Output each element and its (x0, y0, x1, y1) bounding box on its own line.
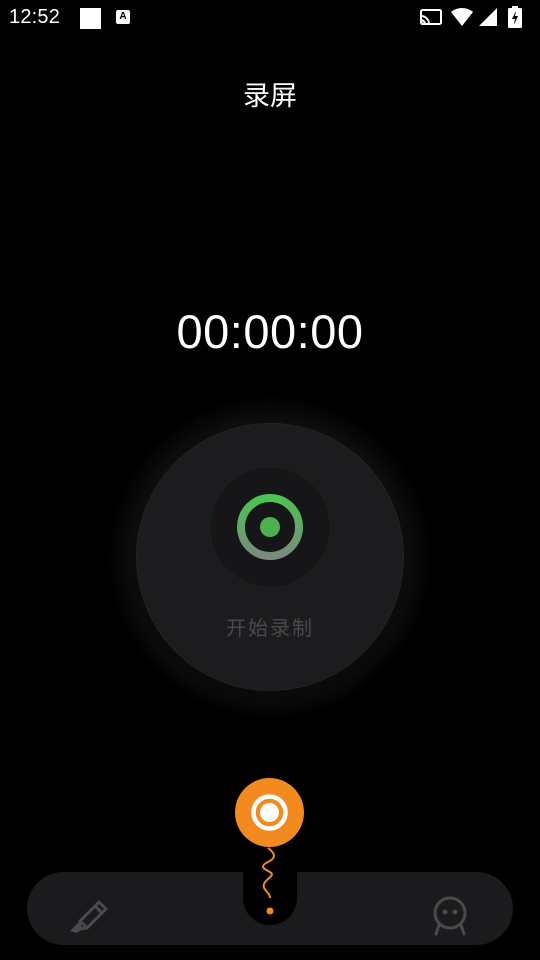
signal-icon (479, 8, 497, 26)
face-icon (433, 896, 467, 936)
a-badge-glyph: A (119, 11, 127, 22)
record-inner-circle (209, 466, 331, 588)
start-record-button[interactable]: 开始录制 (137, 424, 403, 690)
record-ring-icon (251, 794, 288, 831)
status-time: 12:52 (9, 6, 61, 28)
recording-timer: 00:00:00 (176, 305, 364, 358)
wifi-icon (451, 7, 473, 27)
pen-icon (70, 900, 108, 933)
floating-record-button[interactable] (235, 778, 304, 847)
start-record-label: 开始录制 (226, 616, 314, 640)
record-target-icon (237, 494, 303, 560)
a-badge-icon: A (116, 10, 130, 24)
cast-icon (420, 9, 442, 25)
notification-square-icon (80, 8, 101, 29)
page-title: 录屏 (243, 81, 297, 112)
status-icons (420, 6, 532, 29)
face-button[interactable] (426, 891, 474, 941)
pen-button[interactable] (66, 893, 114, 937)
status-bar: 12:52 A (0, 0, 540, 38)
battery-charging-icon (508, 6, 522, 28)
fab-string-icon (262, 847, 275, 915)
